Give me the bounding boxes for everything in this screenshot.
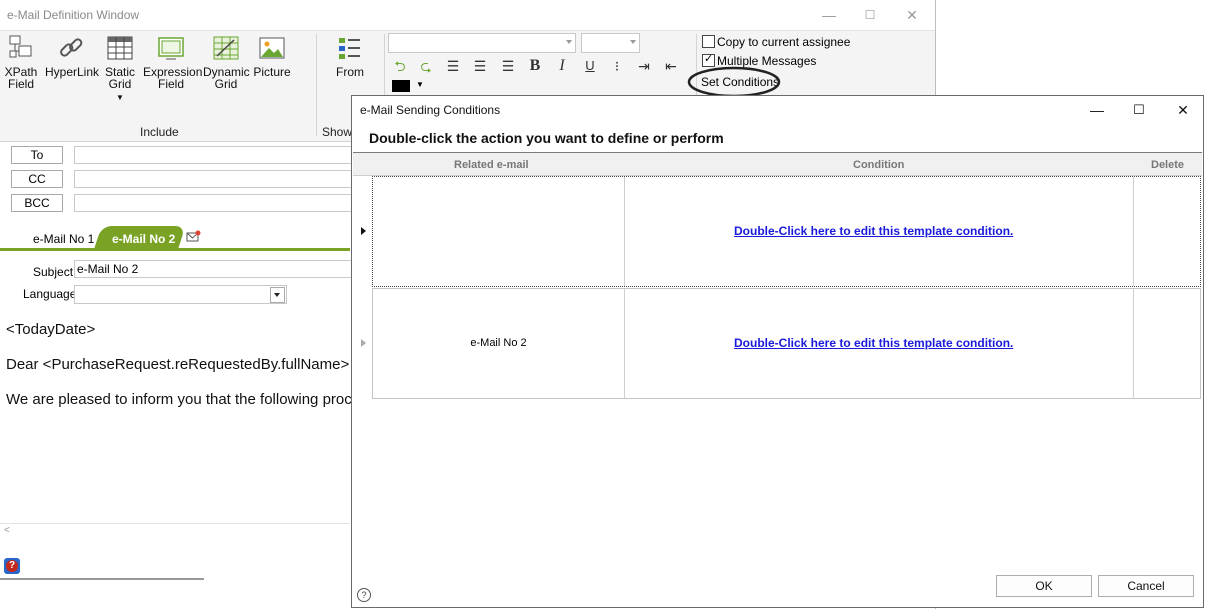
- copy-to-assignee-checkbox[interactable]: [702, 35, 715, 48]
- body-line-3: We are pleased to inform you that the fo…: [6, 391, 352, 408]
- cell-separator: [624, 177, 625, 286]
- expression-field-icon: [158, 37, 184, 60]
- dynamic-grid-label-2: Grid: [214, 77, 238, 91]
- edit-condition-link[interactable]: Double-Click here to edit this template …: [734, 224, 1013, 238]
- maximize-button[interactable]: ☐: [855, 4, 885, 26]
- xpath-field-label-2: Field: [7, 77, 34, 91]
- static-grid-label-2: Grid: [108, 77, 132, 91]
- dialog-help-icon[interactable]: ?: [357, 588, 371, 602]
- from-icon: [339, 38, 360, 59]
- cell-separator: [624, 289, 625, 398]
- dialog-maximize-button[interactable]: ☐: [1124, 100, 1154, 120]
- cell-separator: [1133, 289, 1134, 398]
- bold-icon[interactable]: B: [526, 58, 544, 74]
- row-selected-indicator: [361, 227, 366, 235]
- body-line-2: Dear <PurchaseRequest.reRequestedBy.full…: [6, 356, 350, 373]
- subject-input[interactable]: e-Mail No 2: [74, 260, 368, 278]
- picture-icon: [259, 37, 285, 59]
- indent-icon[interactable]: ⇥: [635, 58, 653, 74]
- bcc-field[interactable]: [74, 194, 366, 212]
- tab-email-2[interactable]: e-Mail No 2: [112, 232, 175, 246]
- expression-field-button[interactable]: Expression Field: [143, 34, 202, 91]
- include-group-label: Include: [140, 125, 179, 139]
- chevron-down-icon: [630, 40, 636, 44]
- edit-condition-link[interactable]: Double-Click here to edit this template …: [734, 336, 1013, 350]
- hyperlink-button[interactable]: HyperLink: [45, 34, 100, 79]
- align-left-icon[interactable]: ☰: [444, 58, 462, 74]
- dynamic-grid-button[interactable]: Dynamic Grid: [203, 34, 250, 91]
- dynamic-grid-icon: [213, 36, 239, 60]
- dialog-title: e-Mail Sending Conditions: [360, 103, 501, 117]
- static-grid-dropdown-icon[interactable]: ▼: [102, 92, 138, 104]
- status-divider: [0, 578, 204, 580]
- add-tab-icon[interactable]: [186, 230, 201, 243]
- xpath-field-icon: [9, 35, 32, 58]
- from-label: From: [336, 65, 364, 79]
- subject-label: Subject: [33, 265, 74, 279]
- font-name-select[interactable]: [388, 33, 576, 53]
- underline-icon[interactable]: U: [581, 58, 599, 74]
- static-grid-button[interactable]: Static Grid ▼: [102, 34, 138, 104]
- italic-icon[interactable]: I: [553, 58, 571, 74]
- to-field[interactable]: [74, 146, 366, 164]
- row-indicator: [361, 339, 366, 347]
- column-header-related-email[interactable]: Related e-mail: [454, 159, 529, 171]
- copy-to-assignee-label: Copy to current assignee: [717, 35, 851, 49]
- cancel-button[interactable]: Cancel: [1098, 575, 1194, 597]
- picture-button[interactable]: Picture: [253, 34, 291, 78]
- related-email-cell: e-Mail No 2: [470, 337, 527, 349]
- align-center-icon[interactable]: ☰: [471, 58, 489, 74]
- xpath-field-button[interactable]: XPath Field: [3, 34, 39, 90]
- font-color-swatch[interactable]: [392, 80, 410, 92]
- redo-icon[interactable]: ⮎: [417, 58, 435, 74]
- dialog-minimize-button[interactable]: —: [1082, 100, 1112, 120]
- from-button[interactable]: From: [333, 34, 367, 78]
- expression-field-label-2: Field: [157, 77, 184, 91]
- cc-button[interactable]: CC: [11, 170, 63, 188]
- ribbon-separator: [316, 34, 317, 136]
- email-sending-conditions-dialog: e-Mail Sending Conditions — ☐ ✕ Double-c…: [351, 95, 1204, 608]
- cell-separator: [1133, 177, 1134, 286]
- bullet-list-icon[interactable]: ⁝: [608, 58, 626, 74]
- ok-button[interactable]: OK: [996, 575, 1092, 597]
- language-dropdown-button[interactable]: [270, 287, 285, 303]
- conditions-grid: Related e-mail Condition Delete Double-C…: [353, 152, 1202, 402]
- dialog-instruction: Double-click the action you want to defi…: [369, 130, 724, 146]
- align-right-icon[interactable]: ☰: [499, 58, 517, 74]
- language-select[interactable]: [74, 285, 287, 304]
- help-icon[interactable]: ?: [4, 558, 20, 574]
- help-glyph: ?: [6, 560, 18, 572]
- chevron-down-icon: [566, 40, 572, 44]
- table-row[interactable]: Double-Click here to edit this template …: [372, 176, 1201, 287]
- grid-header: Related e-mail Condition Delete: [353, 152, 1202, 176]
- tab-strip-underline: [0, 248, 350, 251]
- minimize-button[interactable]: —: [814, 4, 844, 26]
- cc-field[interactable]: [74, 170, 366, 188]
- font-color-dropdown-icon[interactable]: ▼: [416, 80, 424, 89]
- chevron-down-icon: [274, 293, 280, 297]
- horizontal-scrollbar[interactable]: <: [0, 523, 350, 539]
- tab-email-1[interactable]: e-Mail No 1: [33, 232, 94, 246]
- window-title: e-Mail Definition Window: [7, 8, 140, 22]
- show-group-label: Show: [322, 125, 353, 139]
- scroll-left-icon[interactable]: <: [4, 525, 10, 536]
- picture-label: Picture: [253, 65, 291, 79]
- to-button[interactable]: To: [11, 146, 63, 164]
- table-row[interactable]: e-Mail No 2 Double-Click here to edit th…: [372, 288, 1201, 399]
- language-label: Language:: [23, 287, 80, 301]
- annotation-oval: [687, 66, 781, 98]
- undo-icon[interactable]: ⮌: [391, 58, 409, 74]
- bcc-button[interactable]: BCC: [11, 194, 63, 212]
- hyperlink-icon: [60, 38, 83, 57]
- close-button[interactable]: ✕: [897, 4, 927, 26]
- static-grid-icon: [107, 36, 133, 60]
- column-header-delete[interactable]: Delete: [1151, 159, 1184, 171]
- dialog-close-button[interactable]: ✕: [1168, 100, 1198, 120]
- outdent-icon[interactable]: ⇤: [662, 58, 680, 74]
- body-line-1: <TodayDate>: [6, 321, 96, 338]
- font-size-select[interactable]: [581, 33, 640, 53]
- title-bar: e-Mail Definition Window — ☐ ✕: [0, 0, 935, 30]
- hyperlink-label: HyperLink: [45, 65, 100, 79]
- column-header-condition[interactable]: Condition: [853, 159, 904, 171]
